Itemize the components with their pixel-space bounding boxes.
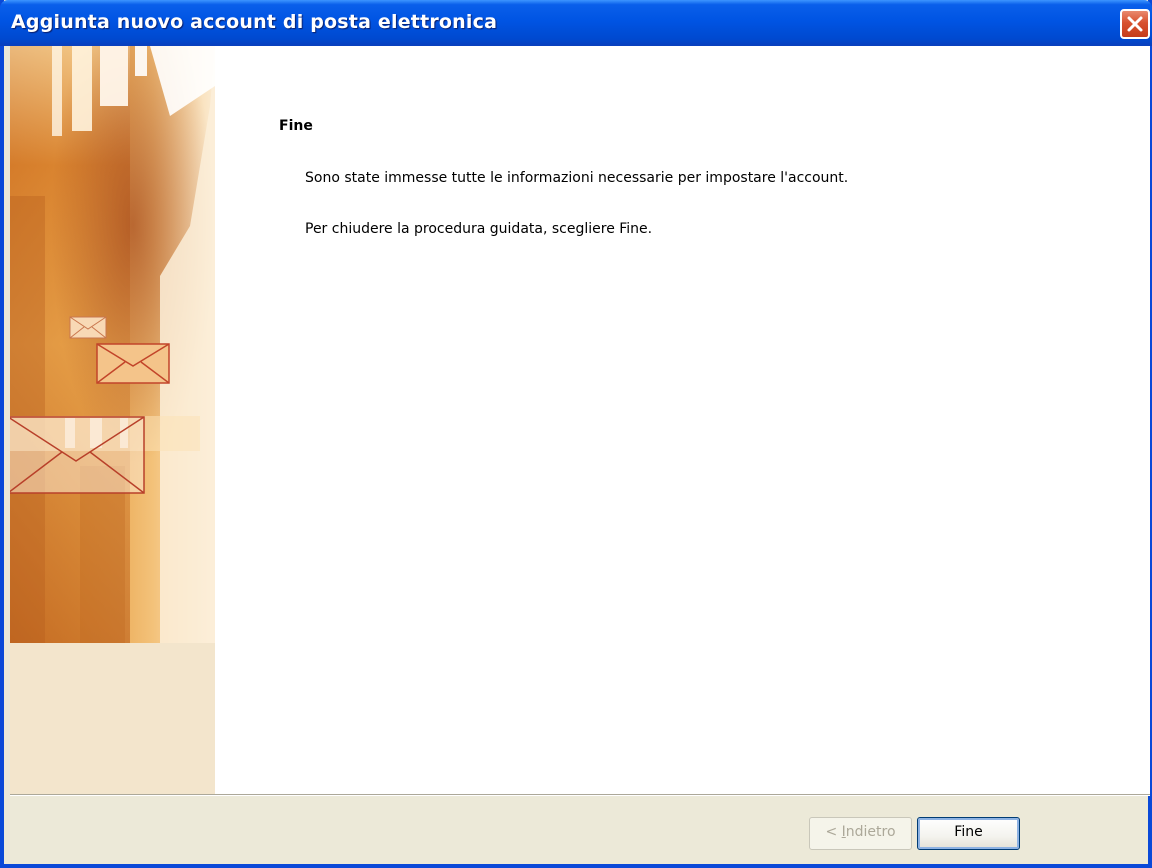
close-icon bbox=[1127, 16, 1143, 32]
window-title: Aggiunta nuovo account di posta elettron… bbox=[11, 11, 498, 33]
info-text: Sono state immesse tutte le informazioni… bbox=[305, 170, 849, 186]
close-button[interactable] bbox=[1120, 9, 1150, 39]
back-button-prefix: < bbox=[825, 824, 842, 840]
envelope-icon bbox=[96, 343, 170, 384]
finish-button-label: Fine bbox=[954, 824, 983, 840]
envelope-icon bbox=[10, 416, 145, 494]
instruction-text: Per chiudere la procedura guidata, scegl… bbox=[305, 221, 653, 237]
separator bbox=[10, 794, 1150, 796]
page-title: Fine bbox=[279, 118, 313, 134]
banner-artwork bbox=[10, 46, 215, 643]
wizard-banner bbox=[10, 46, 215, 794]
wizard-content: Fine Sono state immesse tutte le informa… bbox=[215, 46, 1150, 794]
back-button[interactable]: < Indietro bbox=[809, 817, 912, 850]
title-bar[interactable]: Aggiunta nuovo account di posta elettron… bbox=[0, 0, 1152, 46]
wizard-window: Aggiunta nuovo account di posta elettron… bbox=[0, 0, 1152, 868]
finish-button[interactable]: Fine bbox=[917, 817, 1020, 850]
envelope-icon bbox=[69, 316, 107, 339]
back-button-label: ndietro bbox=[845, 824, 896, 840]
